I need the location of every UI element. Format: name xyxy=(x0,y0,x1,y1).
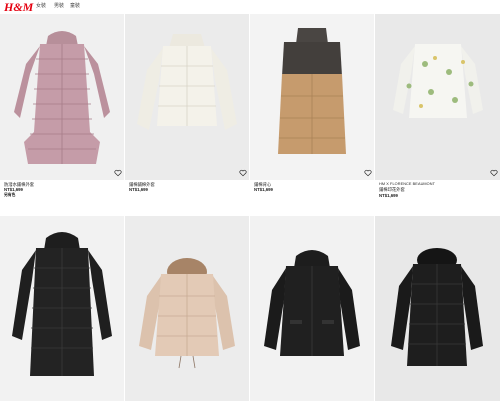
product-card[interactable]: 防潑水鋪棉外套 NT$1,699 另有色 xyxy=(0,14,124,204)
top-navigation-bar: H&M 女裝 男裝 童裝 xyxy=(0,0,500,14)
product-image[interactable] xyxy=(0,14,124,180)
nav-link-men[interactable]: 男裝 xyxy=(54,3,64,9)
beige-fur-hood-puffer-image xyxy=(139,258,235,369)
product-image[interactable] xyxy=(375,216,500,401)
product-price: NT$1,699 xyxy=(379,192,398,198)
black-fur-hood-puffer-image xyxy=(391,248,483,366)
favorite-heart-icon[interactable] xyxy=(114,169,122,177)
product-info: 鋪棉鋪棉外套 NT$1,699 xyxy=(129,182,247,193)
favorite-heart-icon[interactable] xyxy=(364,169,372,177)
product-card[interactable] xyxy=(0,216,124,401)
product-price: NT$1,699 xyxy=(254,187,273,193)
beige-puffer-vest-image xyxy=(278,28,346,154)
black-hooded-jacket-image xyxy=(264,250,360,356)
more-colors-label: 另有色 xyxy=(4,192,16,197)
black-long-puffer-coat-image xyxy=(12,232,112,376)
hm-logo[interactable]: H&M xyxy=(4,1,33,13)
white-puffer-jacket-image xyxy=(137,34,237,130)
pink-puffer-coat-image xyxy=(14,31,110,164)
product-price: NT$1,699 xyxy=(129,187,148,193)
product-image[interactable] xyxy=(125,14,249,180)
product-card[interactable] xyxy=(125,216,249,401)
favorite-heart-icon[interactable] xyxy=(490,169,498,177)
product-image[interactable] xyxy=(250,14,374,180)
product-info: 鋪棉背心 NT$1,699 xyxy=(254,182,372,193)
nav-link-kids[interactable]: 童裝 xyxy=(70,3,80,9)
floral-print-jacket-image xyxy=(393,44,483,118)
product-card[interactable]: 鋪棉背心 NT$1,699 xyxy=(250,14,374,204)
product-card[interactable]: 鋪棉鋪棉外套 NT$1,699 xyxy=(125,14,249,204)
product-card[interactable] xyxy=(375,216,500,401)
product-image[interactable] xyxy=(125,216,249,401)
product-image[interactable] xyxy=(0,216,124,401)
product-image[interactable] xyxy=(250,216,374,401)
product-info: 防潑水鋪棉外套 NT$1,699 另有色 xyxy=(4,182,122,198)
product-image[interactable] xyxy=(375,14,500,180)
product-info: HM X FLORENCE BEAUMONT 鋪棉印花外套 NT$1,699 xyxy=(379,182,497,198)
nav-link-women[interactable]: 女裝 xyxy=(36,3,46,9)
product-card[interactable] xyxy=(250,216,374,401)
favorite-heart-icon[interactable] xyxy=(239,169,247,177)
product-card[interactable]: HM X FLORENCE BEAUMONT 鋪棉印花外套 NT$1,699 xyxy=(375,14,500,204)
